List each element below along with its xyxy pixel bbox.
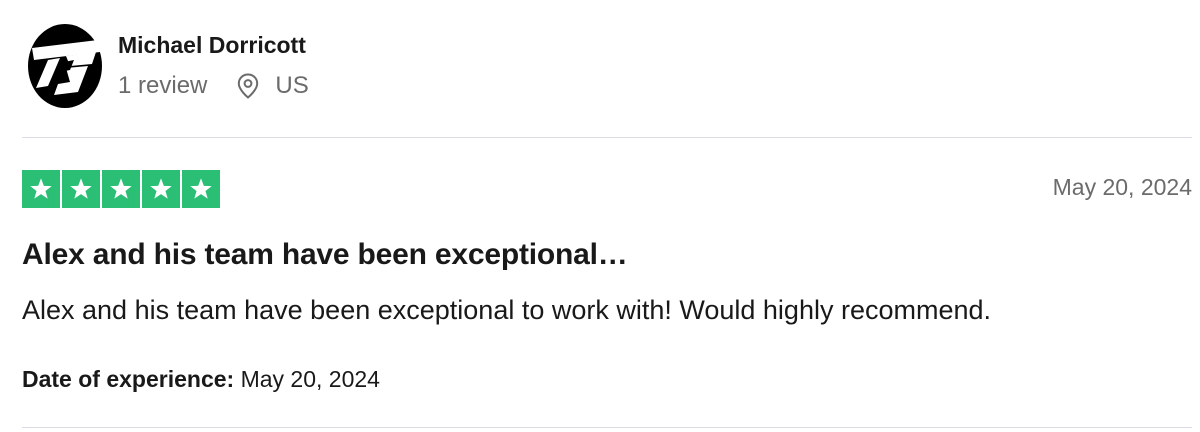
reviewer-header: Michael Dorricott 1 review US xyxy=(26,22,1186,114)
star-icon xyxy=(182,170,220,208)
review-card: Michael Dorricott 1 review US May 20, 20… xyxy=(0,0,1200,432)
star-icon xyxy=(22,170,60,208)
experience-label: Date of experience: xyxy=(22,366,235,392)
star-rating xyxy=(22,170,220,208)
review-body: Alex and his team have been exceptional … xyxy=(22,295,992,325)
date-of-experience: Date of experience: May 20, 2024 xyxy=(22,366,380,393)
review-count: 1 review xyxy=(118,72,208,99)
review-title[interactable]: Alex and his team have been exceptional… xyxy=(22,238,628,272)
location-pin-icon xyxy=(237,73,259,99)
footer-divider xyxy=(22,427,1192,428)
experience-date: May 20, 2024 xyxy=(240,366,380,392)
reviewer-country: US xyxy=(275,72,309,99)
star-icon xyxy=(102,170,140,208)
reviewer-avatar[interactable] xyxy=(26,22,104,110)
star-icon xyxy=(62,170,100,208)
reviewer-name[interactable]: Michael Dorricott xyxy=(118,32,306,59)
header-divider xyxy=(22,137,1192,138)
ts-logo-icon xyxy=(28,24,102,108)
star-icon xyxy=(142,170,180,208)
review-date: May 20, 2024 xyxy=(1052,174,1192,200)
reviewer-meta: 1 review US xyxy=(118,72,309,100)
